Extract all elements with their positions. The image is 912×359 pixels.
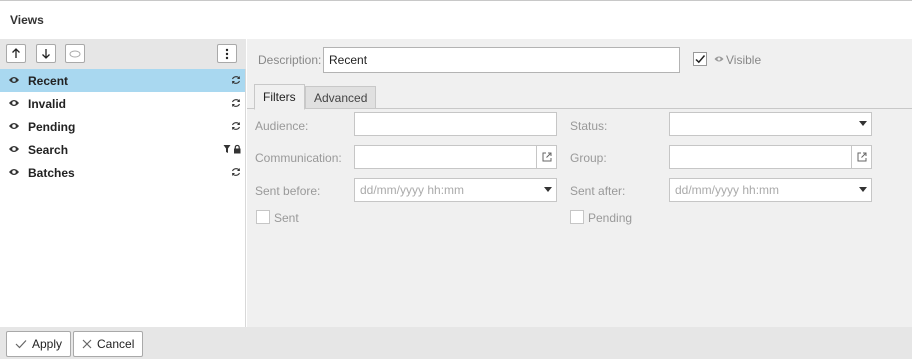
checkmark-icon <box>695 55 706 64</box>
move-up-button[interactable] <box>6 44 26 63</box>
views-window: Views Recent Invalid Pending Search Batc… <box>0 0 912 359</box>
external-link-icon <box>542 152 551 162</box>
views-list: Recent Invalid Pending Search Batches <box>0 69 245 184</box>
group-label: Group: <box>570 151 607 165</box>
more-options-button[interactable] <box>217 44 237 63</box>
cancel-label: Cancel <box>97 337 135 351</box>
communication-label: Communication: <box>255 151 342 165</box>
status-label: Status: <box>570 119 608 133</box>
list-item-label: Invalid <box>28 97 67 111</box>
description-input[interactable]: Recent <box>323 47 680 73</box>
description-label: Description: <box>258 53 322 67</box>
dialog-footer: Apply Cancel <box>0 327 912 359</box>
detail-tabs: Filters Advanced <box>247 84 912 110</box>
communication-input[interactable] <box>354 145 557 169</box>
views-panel: Recent Invalid Pending Search Batches <box>0 39 246 327</box>
chevron-down-icon <box>544 187 552 192</box>
refresh-icon <box>232 168 240 176</box>
list-item-label: Pending <box>28 120 76 134</box>
eye-icon <box>9 100 19 106</box>
list-item[interactable]: Pending <box>0 115 245 138</box>
sent-after-placeholder: dd/mm/yyyy hh:mm <box>675 183 780 197</box>
tab-advanced[interactable]: Advanced <box>305 86 377 109</box>
view-details-panel: Description: Recent Visible Filters Adva… <box>247 39 912 327</box>
arrow-down-icon <box>42 49 50 59</box>
ellipse-icon <box>69 50 81 57</box>
cancel-button[interactable]: Cancel <box>73 331 144 357</box>
checkmark-icon <box>15 340 27 349</box>
chevron-down-icon <box>859 121 867 126</box>
audience-input[interactable] <box>354 112 557 136</box>
kebab-menu-icon <box>225 48 229 59</box>
refresh-icon <box>232 99 240 107</box>
list-item[interactable]: Batches <box>0 161 245 184</box>
sent-before-placeholder: dd/mm/yyyy hh:mm <box>360 183 465 197</box>
open-popup-button[interactable] <box>851 146 871 168</box>
chevron-down-icon <box>859 187 867 192</box>
close-icon <box>82 339 92 349</box>
visible-label: Visible <box>726 53 762 67</box>
eye-icon <box>714 56 724 62</box>
apply-button[interactable]: Apply <box>6 331 72 357</box>
eye-icon <box>9 169 19 175</box>
visible-checkbox[interactable] <box>693 52 707 66</box>
window-header: Views <box>0 1 912 39</box>
sent-before-input[interactable]: dd/mm/yyyy hh:mm <box>354 178 557 202</box>
window-title: Views <box>10 13 44 27</box>
list-item-label: Recent <box>28 74 69 88</box>
eye-icon <box>9 146 19 152</box>
sent-after-input[interactable]: dd/mm/yyyy hh:mm <box>669 178 872 202</box>
ellipse-button[interactable] <box>65 44 85 63</box>
sent-before-label: Sent before: <box>255 184 321 198</box>
list-item[interactable]: Search <box>0 138 245 161</box>
audience-label: Audience: <box>255 119 309 133</box>
filter-lock-icon <box>223 144 241 154</box>
move-down-button[interactable] <box>36 44 56 63</box>
tab-filters[interactable]: Filters <box>254 84 305 110</box>
eye-icon <box>9 123 19 129</box>
sent-checkbox-label: Sent <box>274 211 299 225</box>
sent-after-label: Sent after: <box>570 184 626 198</box>
list-item[interactable]: Recent <box>0 69 245 92</box>
list-item-label: Search <box>28 143 69 157</box>
refresh-icon <box>232 76 240 84</box>
sent-checkbox[interactable] <box>256 210 270 224</box>
list-item[interactable]: Invalid <box>0 92 245 115</box>
apply-label: Apply <box>32 337 63 351</box>
pending-checkbox[interactable] <box>570 210 584 224</box>
pending-checkbox-label: Pending <box>588 211 633 225</box>
status-select[interactable] <box>669 112 872 136</box>
arrow-up-icon <box>12 48 20 58</box>
group-input[interactable] <box>669 145 872 169</box>
eye-icon <box>9 77 19 83</box>
external-link-icon <box>857 152 866 162</box>
open-popup-button[interactable] <box>536 146 556 168</box>
list-item-label: Batches <box>28 166 75 180</box>
refresh-icon <box>232 122 240 130</box>
views-toolbar <box>0 39 246 69</box>
